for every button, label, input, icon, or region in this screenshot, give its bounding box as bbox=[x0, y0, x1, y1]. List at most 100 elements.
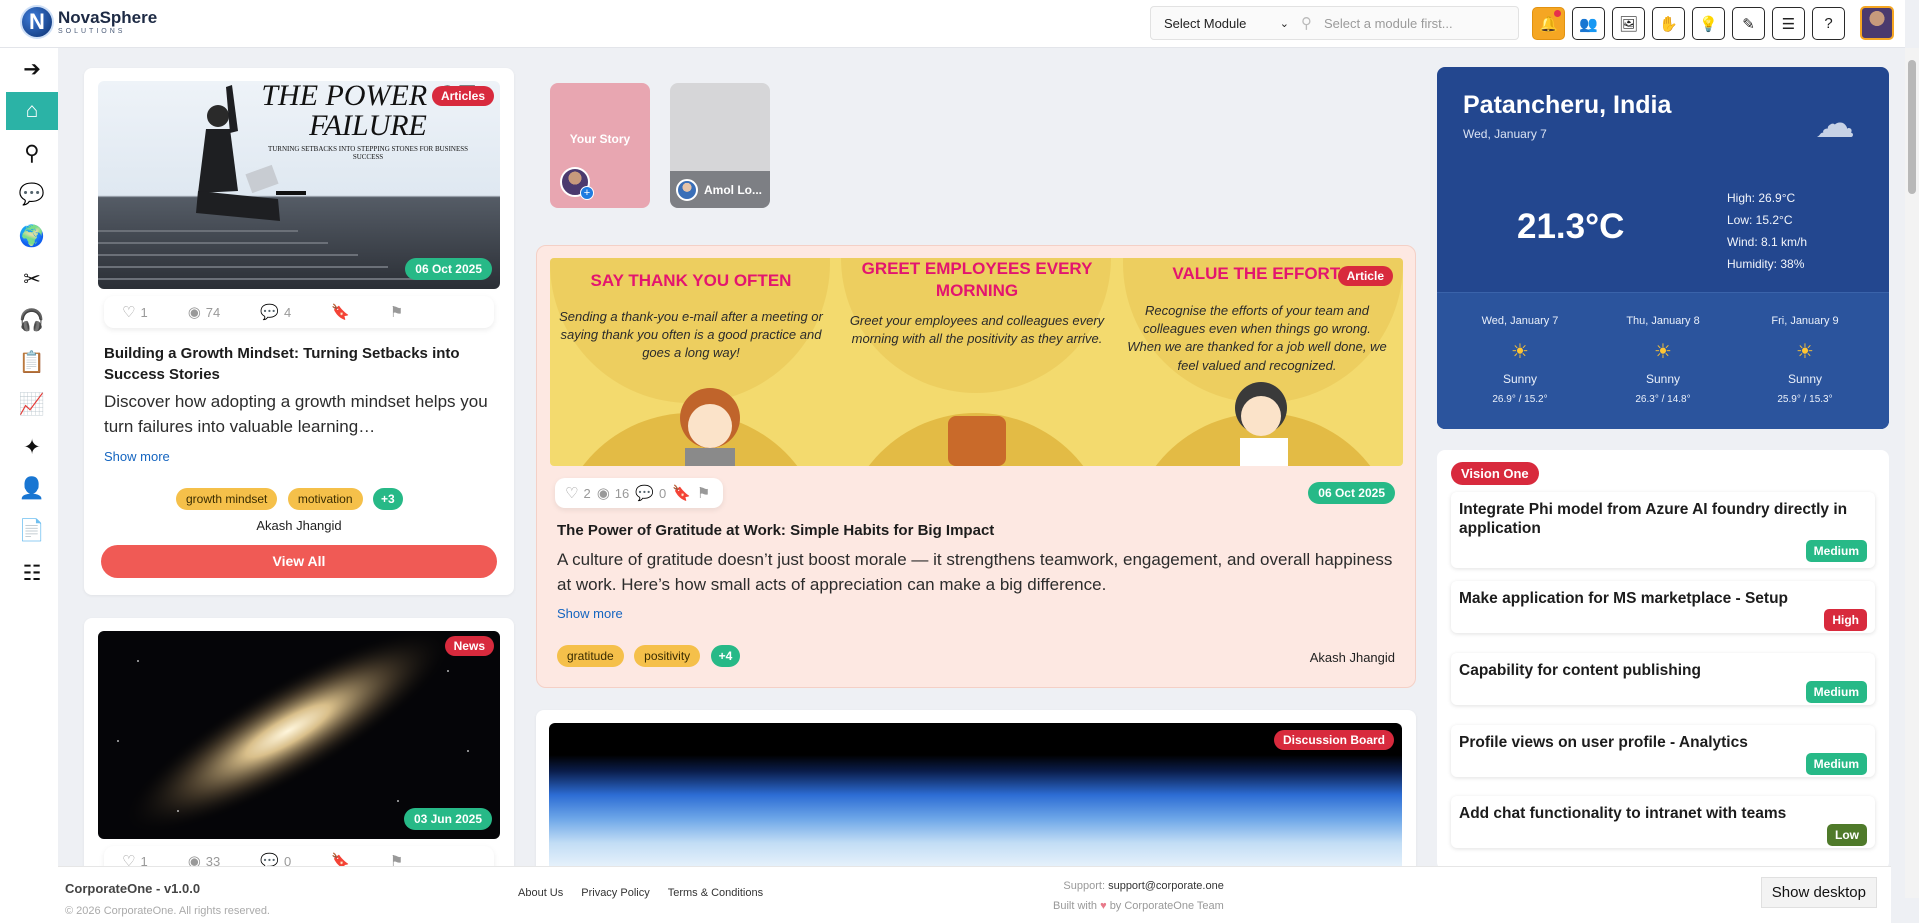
image-add-button[interactable]: 🖼 bbox=[1612, 7, 1645, 40]
show-more-link[interactable]: Show more bbox=[557, 606, 623, 621]
post-title[interactable]: Building a Growth Mindset: Turning Setba… bbox=[104, 343, 499, 385]
bookmark-button[interactable]: 🔖 bbox=[672, 484, 691, 502]
add-story-icon[interactable]: + bbox=[580, 186, 594, 200]
user-avatar[interactable] bbox=[1860, 6, 1894, 40]
sidebar-item-support[interactable]: 🎧 bbox=[6, 302, 58, 340]
sidebar-item-home[interactable]: ⌂ bbox=[6, 92, 58, 130]
bookmark-button[interactable]: 🔖 bbox=[331, 303, 350, 321]
tag[interactable]: gratitude bbox=[557, 645, 624, 667]
forecast-date: Thu, January 8 bbox=[1626, 315, 1700, 327]
sidebar-item-analytics[interactable]: 📈 bbox=[6, 386, 58, 424]
like-stat[interactable]: ♡ 2 bbox=[565, 484, 591, 502]
notifications-button[interactable]: 🔔 bbox=[1532, 7, 1565, 40]
show-more-link[interactable]: Show more bbox=[104, 449, 170, 464]
discussion-card: Discussion Board bbox=[536, 710, 1416, 883]
clipboard-icon: 📋 bbox=[18, 351, 46, 374]
sidebar-item-ai[interactable]: ✦ bbox=[6, 428, 58, 466]
sidebar: ➔ ⌂ ⚲ 💬 🌍 ✂ 🎧 📋 📈 ✦ 👤 📄 ☷ bbox=[0, 48, 58, 923]
ideas-button[interactable]: 💡 bbox=[1692, 7, 1725, 40]
post-description: Discover how adopting a growth mindset h… bbox=[104, 392, 488, 436]
story-avatar bbox=[676, 178, 698, 201]
search-icon: ⚲ bbox=[24, 141, 40, 165]
heart-icon: ♡ bbox=[122, 304, 136, 321]
post-author: Akash Jhangid bbox=[1309, 650, 1395, 665]
sidebar-item-documents[interactable]: 📄 bbox=[6, 512, 58, 550]
more-tags-badge[interactable]: +3 bbox=[372, 488, 403, 510]
category-badge: Articles bbox=[431, 86, 494, 106]
tag[interactable]: positivity bbox=[634, 645, 701, 667]
vision-item[interactable]: Add chat functionality to intranet with … bbox=[1451, 796, 1875, 848]
forecast-condition: Sunny bbox=[1787, 372, 1823, 386]
sun-icon: ☀ bbox=[1511, 341, 1529, 363]
tag[interactable]: growth mindset bbox=[176, 488, 278, 510]
story-card-own[interactable]: Your Story + bbox=[550, 83, 650, 208]
module-select[interactable]: Select Module ⌄ bbox=[1151, 16, 1301, 31]
footer-link-privacy[interactable]: Privacy Policy bbox=[581, 887, 649, 899]
weather-widget: Patancheru, India Wed, January 7 ☁ 21.3°… bbox=[1437, 67, 1889, 429]
users-button[interactable]: 👥 bbox=[1572, 7, 1605, 40]
like-stat[interactable]: ♡ 1 bbox=[122, 303, 148, 321]
view-all-button[interactable]: View All bbox=[101, 545, 497, 578]
help-button[interactable]: ? bbox=[1812, 7, 1845, 40]
logo-mark: N bbox=[20, 5, 54, 39]
scrollbar-thumb[interactable] bbox=[1908, 60, 1916, 194]
sidebar-item-tasks[interactable]: ☷ bbox=[6, 554, 58, 592]
post-card: THE POWER OF FAILURE TURNING SETBACKS IN… bbox=[84, 68, 514, 595]
comment-icon: 💬 bbox=[635, 485, 654, 502]
category-badge: News bbox=[444, 636, 494, 656]
flag-button[interactable]: ⚑ bbox=[390, 303, 403, 321]
featured-post-card: SAY THANK YOU OFTEN Sending a thank-you … bbox=[536, 245, 1416, 688]
flag-button[interactable]: ⚑ bbox=[697, 484, 710, 502]
vision-item-title: Capability for content publishing bbox=[1459, 662, 1701, 679]
vision-badge: Vision One bbox=[1451, 462, 1539, 485]
bell-icon: 🔔 bbox=[1539, 15, 1558, 33]
priority-badge: High bbox=[1824, 609, 1867, 631]
sidebar-item-tools[interactable]: ✂ bbox=[6, 260, 58, 298]
brand-logo[interactable]: N NovaSphere SOLUTIONS bbox=[20, 5, 157, 39]
footer-link-about[interactable]: About Us bbox=[518, 887, 563, 899]
discussion-image[interactable] bbox=[549, 723, 1402, 883]
view-stat: ◉ 16 bbox=[597, 484, 630, 502]
hand-button[interactable]: ✋ bbox=[1652, 7, 1685, 40]
post-title[interactable]: The Power of Gratitude at Work: Simple H… bbox=[557, 520, 1397, 541]
post-stats: ♡ 2 ◉ 16 💬 0 🔖 ⚑ bbox=[555, 478, 723, 508]
forecast-day: Wed, January 7 ☀ Sunny 26.9° / 15.2° bbox=[1445, 315, 1595, 405]
vision-item[interactable]: Make application for MS marketplace - Se… bbox=[1451, 581, 1875, 633]
module-search[interactable]: ⚲ Select a module first... bbox=[1301, 14, 1453, 32]
module-bar: Select Module ⌄ ⚲ Select a module first.… bbox=[1150, 6, 1519, 40]
pen-button[interactable]: ✎ bbox=[1732, 7, 1765, 40]
vision-item[interactable]: Integrate Phi model from Azure AI foundr… bbox=[1451, 492, 1875, 568]
heart-icon: ♡ bbox=[565, 485, 579, 502]
footer-link-terms[interactable]: Terms & Conditions bbox=[668, 887, 763, 899]
vision-item-title: Make application for MS marketplace - Se… bbox=[1459, 590, 1789, 607]
comment-stat[interactable]: 💬 0 bbox=[635, 484, 666, 502]
document-icon: 📄 bbox=[18, 519, 46, 542]
page-scrollbar[interactable] bbox=[1905, 48, 1919, 898]
like-count: 2 bbox=[583, 485, 591, 501]
like-count: 1 bbox=[140, 304, 148, 320]
footer-copyright: © 2026 CorporateOne. All rights reserved… bbox=[65, 905, 270, 917]
story-card[interactable]: Amol Lo... bbox=[670, 83, 770, 208]
date-badge: 03 Jun 2025 bbox=[403, 808, 492, 830]
vision-item[interactable]: Capability for content publishing Medium bbox=[1451, 653, 1875, 705]
notification-dot bbox=[1554, 10, 1561, 17]
weather-high: High: 26.9°C bbox=[1727, 191, 1796, 205]
bookmark-icon: 🔖 bbox=[672, 485, 691, 502]
comment-stat[interactable]: 💬 4 bbox=[260, 303, 291, 321]
support-email-link[interactable]: support@corporate.one bbox=[1108, 880, 1224, 892]
settings-button[interactable]: ☰ bbox=[1772, 7, 1805, 40]
sidebar-item-profile[interactable]: 👤 bbox=[6, 470, 58, 508]
priority-badge: Medium bbox=[1805, 681, 1867, 703]
sidebar-item-globe[interactable]: 🌍 bbox=[6, 218, 58, 256]
post-author: Akash Jhangid bbox=[256, 518, 342, 533]
featured-post-image[interactable]: SAY THANK YOU OFTEN Sending a thank-you … bbox=[550, 258, 1403, 466]
sidebar-item-search[interactable]: ⚲ bbox=[6, 134, 58, 172]
tag[interactable]: motivation bbox=[287, 488, 363, 510]
sidebar-item-clipboard[interactable]: 📋 bbox=[6, 344, 58, 382]
vision-item-title: Integrate Phi model from Azure AI foundr… bbox=[1459, 501, 1848, 537]
more-tags-badge[interactable]: +4 bbox=[710, 645, 741, 667]
vision-item[interactable]: Profile views on user profile - Analytic… bbox=[1451, 725, 1875, 777]
sidebar-item-expand[interactable]: ➔ bbox=[6, 50, 58, 88]
sidebar-item-chat[interactable]: 💬 bbox=[6, 176, 58, 214]
module-search-placeholder: Select a module first... bbox=[1324, 15, 1453, 31]
